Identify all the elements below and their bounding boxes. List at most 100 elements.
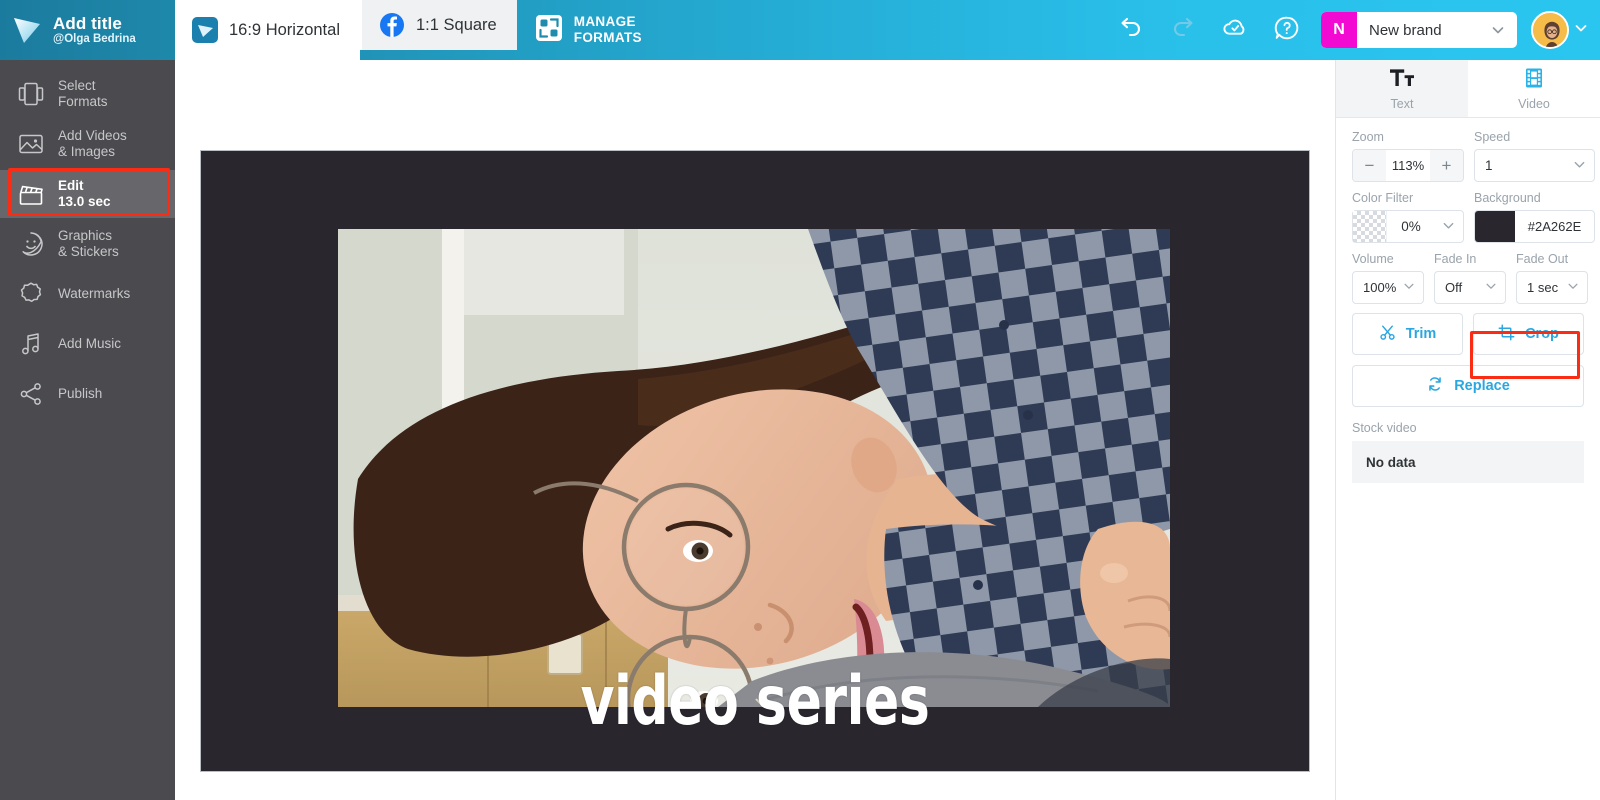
zoom-value: 113% [1391, 158, 1425, 173]
field-speed: Speed 1 [1474, 130, 1595, 182]
page-title: Add title [53, 14, 122, 34]
brand-name: New brand [1369, 21, 1442, 39]
panel-tabs: Text Video [1336, 60, 1600, 118]
speed-label: Speed [1474, 130, 1511, 144]
video-editor-app: Add title @Olga Bedrina 16:9 Horizontal [0, 0, 1600, 800]
fade-in-select[interactable]: Off [1434, 271, 1506, 304]
music-note-icon [16, 329, 46, 359]
formats-icon [16, 79, 46, 109]
trim-button[interactable]: Trim [1352, 313, 1463, 355]
speed-select[interactable]: 1 [1474, 149, 1595, 182]
sidebar-item-label: Publish [58, 385, 103, 401]
sidebar-item-graphics-stickers[interactable]: Graphics & Stickers [0, 220, 175, 268]
fade-in-value: Off [1445, 280, 1463, 295]
sidebar-item-label: Watermarks [58, 285, 131, 301]
watermark-badge-icon [16, 279, 46, 309]
chevron-down-icon [1442, 219, 1455, 235]
stock-video-empty-state: No data [1352, 441, 1584, 483]
field-fade-out: Fade Out 1 sec [1516, 252, 1588, 304]
video-clip-preview[interactable] [338, 229, 1170, 707]
undo-icon [1116, 13, 1146, 48]
fade-out-select[interactable]: 1 sec [1516, 271, 1588, 304]
top-actions: N New brand [1105, 0, 1600, 60]
account-menu[interactable] [1531, 11, 1588, 49]
row-trim-crop: Trim Crop [1352, 313, 1584, 355]
replace-label: Replace [1454, 378, 1510, 394]
stock-video-label: Stock video [1352, 421, 1417, 435]
share-icon [16, 379, 46, 409]
fade-out-label: Fade Out [1516, 252, 1569, 266]
tab-1-1-square[interactable]: 1:1 Square [361, 0, 517, 50]
tab-text-label: Text [1390, 96, 1414, 111]
panel-body: Zoom − 113% + Speed 1 Color Filter 0% Ba… [1336, 118, 1600, 483]
left-sidebar: Select Formats Add Videos & Images Edit … [0, 60, 175, 800]
color-filter-select[interactable]: 0% [1352, 210, 1464, 243]
zoom-increase-button[interactable]: + [1430, 150, 1463, 181]
sidebar-item-select-formats[interactable]: Select Formats [0, 70, 175, 118]
field-volume: Volume 100% [1352, 252, 1424, 304]
video-canvas[interactable]: video series [200, 150, 1310, 772]
sidebar-item-edit[interactable]: Edit 13.0 sec [0, 170, 175, 218]
volume-label: Volume [1352, 252, 1394, 266]
redo-button[interactable] [1157, 0, 1209, 60]
brand-badge: N [1321, 12, 1357, 48]
zoom-stepper[interactable]: − 113% + [1352, 149, 1464, 182]
replace-button[interactable]: Replace [1352, 365, 1584, 407]
save-status-button[interactable] [1209, 0, 1261, 60]
manage-formats-label: MANAGE FORMATS [573, 14, 642, 45]
app-play-icon [192, 17, 218, 43]
avatar [1531, 11, 1569, 49]
tab-16-9-horizontal-label: 16:9 Horizontal [229, 20, 340, 39]
play-logo-icon [10, 13, 44, 47]
sidebar-item-add-music[interactable]: Add Music [0, 320, 175, 368]
background-label: Background [1474, 191, 1541, 205]
color-filter-label: Color Filter [1352, 191, 1414, 205]
crop-icon [1498, 324, 1515, 345]
redo-icon [1168, 13, 1198, 48]
undo-button[interactable] [1105, 0, 1157, 60]
field-zoom: Zoom − 113% + [1352, 130, 1464, 182]
scissors-icon [1379, 324, 1396, 345]
right-properties-panel: Text Video Zoom − 113% + Speed 1 Color F… [1335, 60, 1600, 800]
background-color-swatch[interactable] [1475, 211, 1515, 242]
question-help-icon [1272, 13, 1302, 48]
crop-button[interactable]: Crop [1473, 313, 1584, 355]
canvas-caption-text[interactable]: video series [284, 662, 1226, 741]
sidebar-item-watermarks[interactable]: Watermarks [0, 270, 175, 318]
help-button[interactable] [1261, 0, 1313, 60]
crop-label: Crop [1525, 326, 1559, 342]
refresh-replace-icon [1426, 375, 1444, 397]
canvas-stage: video series [175, 60, 1335, 800]
field-color-filter: Color Filter 0% [1352, 191, 1464, 243]
facebook-icon [379, 12, 405, 38]
tab-video-label: Video [1518, 96, 1550, 111]
tab-video[interactable]: Video [1468, 60, 1600, 117]
clapperboard-icon [16, 179, 46, 209]
sidebar-item-add-videos-images[interactable]: Add Videos & Images [0, 120, 175, 168]
volume-value: 100% [1363, 280, 1397, 295]
chevron-down-icon [1491, 23, 1517, 37]
brand-selector[interactable]: N New brand [1321, 12, 1517, 48]
image-icon [16, 129, 46, 159]
zoom-decrease-button[interactable]: − [1353, 150, 1386, 181]
sticker-smiley-icon [16, 229, 46, 259]
background-color-input[interactable]: #2A262E [1474, 210, 1595, 243]
text-format-icon [1389, 67, 1415, 94]
sidebar-item-publish[interactable]: Publish [0, 370, 175, 418]
sidebar-item-label: Select Formats [58, 77, 108, 109]
top-bar: Add title @Olga Bedrina 16:9 Horizontal [0, 0, 1600, 60]
app-brand-block[interactable]: Add title @Olga Bedrina [0, 0, 175, 60]
row-filter-background: Color Filter 0% Background #2A262E [1352, 191, 1595, 243]
chevron-down-icon [1485, 280, 1497, 295]
speed-value: 1 [1485, 158, 1493, 173]
volume-select[interactable]: 100% [1352, 271, 1424, 304]
cloud-check-icon [1220, 13, 1250, 48]
tab-16-9-horizontal[interactable]: 16:9 Horizontal [175, 0, 360, 60]
tab-1-1-square-label: 1:1 Square [415, 15, 497, 34]
sidebar-item-label: Add Music [58, 335, 122, 351]
fade-in-label: Fade In [1434, 252, 1477, 266]
row-zoom-speed: Zoom − 113% + Speed 1 [1352, 130, 1595, 182]
manage-formats-button[interactable]: MANAGE FORMATS [517, 0, 658, 60]
format-tabs: 16:9 Horizontal 1:1 Square [175, 0, 517, 60]
tab-text[interactable]: Text [1336, 60, 1468, 117]
